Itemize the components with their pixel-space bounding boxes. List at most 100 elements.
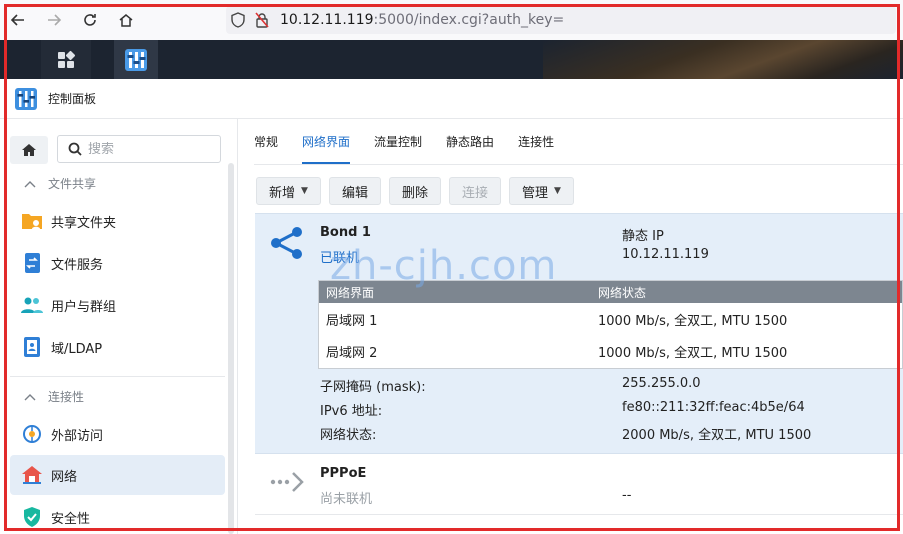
reload-button[interactable]: [72, 0, 108, 40]
window-title: 控制面板: [48, 92, 97, 106]
edit-button[interactable]: 编辑: [328, 177, 381, 205]
interface-status: 尚未联机: [320, 492, 373, 507]
sidebar-item-external-access[interactable]: 外部访问: [10, 414, 225, 454]
home-nav-button[interactable]: [108, 0, 144, 40]
chevron-up-icon: [24, 180, 36, 187]
detail-value-ipv6: fe80::211:32ff:feac:4b5e/64: [622, 400, 805, 415]
sidebar-item-label: 外部访问: [51, 428, 104, 444]
detail-value-network-status: 2000 Mb/s, 全双工, MTU 1500: [622, 428, 812, 443]
bond-member-table: 网络界面 网络状态 局域网 1 1000 Mb/s, 全双工, MTU 1500…: [318, 280, 903, 369]
sidebar-item-label: 网络: [51, 469, 78, 485]
sidebar-item-network[interactable]: 网络: [10, 455, 225, 495]
main-menu-button[interactable]: [41, 40, 91, 79]
grid-apps-icon: [58, 50, 76, 68]
interface-row-pppoe[interactable]: PPPoE 尚未联机 --: [255, 455, 903, 515]
tab-general[interactable]: 常规: [254, 119, 278, 164]
sidebar-item-label: 共享文件夹: [51, 215, 117, 231]
domain-ldap-icon: [21, 336, 43, 358]
tab-traffic-control[interactable]: 流量控制: [374, 119, 422, 164]
tab-network-interface[interactable]: 网络界面: [302, 119, 351, 164]
tab-bar: 常规 网络界面 流量控制 静态路由 连接性: [254, 119, 578, 164]
window-titlebar: 控制面板: [0, 79, 903, 119]
delete-label: 删除: [401, 185, 428, 201]
detail-key-network-status: 网络状态:: [320, 428, 377, 443]
sidebar-item-label: 安全性: [51, 511, 91, 527]
interface-name: Bond 1: [320, 225, 371, 240]
file-services-icon: [21, 252, 43, 274]
url-host: 10.12.11.119: [280, 12, 374, 28]
table-row: 局域网 2 1000 Mb/s, 全双工, MTU 1500: [319, 335, 902, 367]
section-file-sharing[interactable]: 文件共享: [24, 175, 96, 192]
users-groups-icon: [21, 294, 43, 316]
home-icon: [22, 144, 36, 156]
sidebar-scrollbar[interactable]: [228, 163, 234, 534]
tab-connectivity[interactable]: 连接性: [518, 119, 554, 164]
sidebar-item-label: 域/LDAP: [51, 341, 103, 357]
sidebar-item-security[interactable]: 安全性: [10, 497, 225, 534]
manage-label: 管理: [521, 185, 548, 201]
detail-key-ipv6: IPv6 地址:: [320, 404, 383, 419]
reload-icon: [84, 14, 96, 26]
table-row: 局域网 1 1000 Mb/s, 全双工, MTU 1500: [319, 303, 902, 335]
arrow-left-icon: [10, 14, 24, 26]
interface-name: PPPoE: [320, 466, 367, 481]
sidebar-item-label: 用户与群组: [51, 299, 117, 315]
sidebar-search[interactable]: [57, 135, 221, 163]
toolbar: 新增 ▼ 编辑 删除 连接 管理 ▼: [256, 177, 582, 205]
control-panel-taskbar-button[interactable]: [114, 40, 158, 79]
create-dropdown-button[interactable]: 新增 ▼: [256, 177, 321, 205]
member-status: 1000 Mb/s, 全双工, MTU 1500: [598, 313, 788, 329]
shared-folder-icon: [21, 210, 43, 232]
desktop-wallpaper: [543, 40, 903, 79]
create-label: 新增: [269, 185, 296, 201]
sidebar-item-file-services[interactable]: 文件服务: [10, 243, 225, 283]
ip-address: --: [622, 488, 632, 503]
edit-label: 编辑: [341, 185, 368, 201]
ip-type: 静态 IP: [622, 229, 664, 244]
watermark-text: zh-cjh.com: [330, 243, 558, 289]
search-icon: [68, 142, 82, 156]
arrow-right-icon: [48, 14, 62, 26]
forward-button[interactable]: [36, 0, 72, 40]
sidebar-item-shared-folder[interactable]: 共享文件夹: [10, 201, 225, 241]
section-connectivity[interactable]: 连接性: [24, 388, 84, 405]
ip-address: 10.12.11.119: [622, 247, 709, 262]
main-panel: 常规 网络界面 流量控制 静态路由 连接性 新增 ▼ 编辑 删除 连接 管理 ▼…: [238, 119, 903, 534]
sidebar: 文件共享 共享文件夹 文件服务 用户与群组 域/LDAP 连接性 外部访问: [0, 119, 238, 534]
connect-label: 连接: [461, 185, 488, 201]
member-name: 局域网 2: [326, 345, 378, 361]
network-icon: [21, 464, 43, 486]
manage-dropdown-button[interactable]: 管理 ▼: [508, 177, 574, 205]
section-label: 文件共享: [48, 177, 97, 191]
share-bond-icon: [271, 227, 302, 259]
tab-static-route[interactable]: 静态路由: [446, 119, 494, 164]
caret-down-icon: ▼: [301, 186, 308, 196]
dsm-taskbar: [0, 40, 903, 79]
search-input[interactable]: [88, 141, 198, 157]
control-panel-icon: [125, 48, 147, 71]
sidebar-item-label: 文件服务: [51, 257, 104, 273]
member-status: 1000 Mb/s, 全双工, MTU 1500: [598, 345, 788, 361]
section-label: 连接性: [48, 390, 85, 404]
insecure-lock-icon: [250, 6, 274, 34]
shield-check-icon: [21, 506, 43, 528]
browser-toolbar: 10.12.11.119:5000/index.cgi?auth_key=: [0, 0, 903, 40]
sidebar-home-button[interactable]: [10, 136, 48, 164]
tab-divider: [254, 164, 903, 165]
chevron-up-icon: [24, 393, 36, 400]
sidebar-divider: [10, 376, 225, 377]
delete-button[interactable]: 删除: [388, 177, 441, 205]
column-header-status: 网络状态: [598, 285, 647, 300]
sidebar-item-users-groups[interactable]: 用户与群组: [10, 285, 225, 325]
sidebar-item-domain-ldap[interactable]: 域/LDAP: [10, 327, 225, 367]
pppoe-arrow-icon: [270, 472, 304, 492]
caret-down-icon: ▼: [554, 186, 561, 196]
url-path: :5000/index.cgi?auth_key=: [373, 12, 565, 28]
address-bar[interactable]: 10.12.11.119:5000/index.cgi?auth_key=: [226, 6, 896, 34]
connect-button[interactable]: 连接: [448, 177, 501, 205]
shield-icon: [226, 6, 250, 34]
detail-value-mask: 255.255.0.0: [622, 376, 701, 391]
back-button[interactable]: [0, 0, 36, 40]
house-icon: [119, 14, 133, 27]
member-name: 局域网 1: [326, 313, 378, 329]
